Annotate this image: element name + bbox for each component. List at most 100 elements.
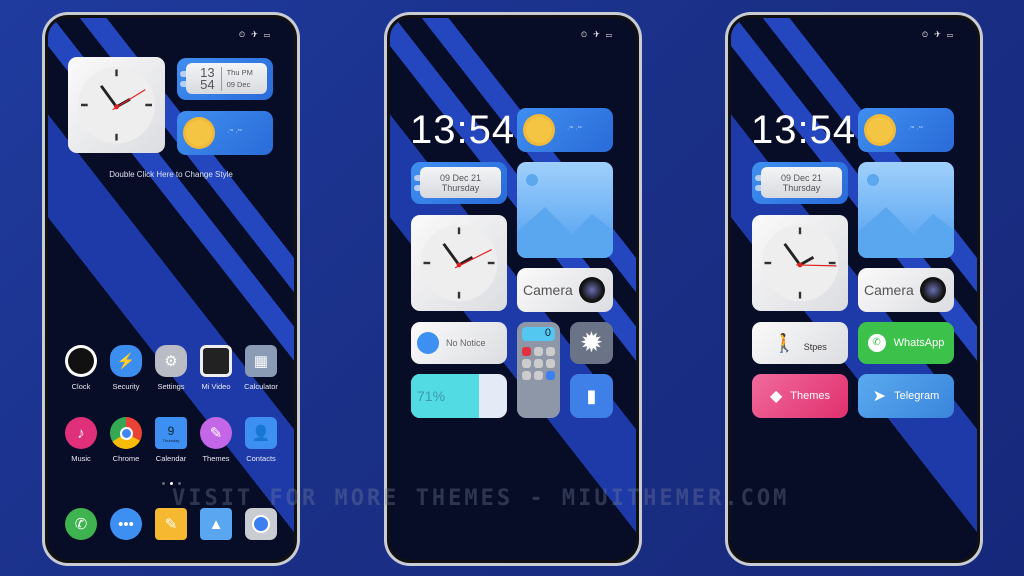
phone-dock-icon[interactable]: ✆ <box>65 508 97 540</box>
gallery-widget[interactable] <box>517 162 613 258</box>
screen: ⏲ ✈ ▭ 13:54 ·'° ·'° 09 Dec 21 Thursday Ca… <box>387 15 639 563</box>
calendar-app-icon[interactable]: 9 Thursday <box>155 417 187 449</box>
day: Thu PM <box>226 67 253 77</box>
phone-home-screen: ⏲ ✈ ▭ 13 54 Thu PM 09 Dec ·'° ·'° Double C… <box>42 12 300 566</box>
phone-widgets-screen-alt: ⏲ ✈ ▭ 13:54 ·'° ·'° 09 Dec 21 Thursday Ca… <box>725 12 983 566</box>
date: 09 Dec 21 <box>439 172 482 183</box>
weather-widget[interactable]: ·'° ·'° <box>177 111 273 155</box>
app-label: Calendar <box>155 454 187 463</box>
camera-lens-icon <box>919 277 946 303</box>
brightness-toggle[interactable]: ✹ <box>570 322 613 364</box>
camera-dock-icon[interactable] <box>245 508 277 540</box>
weekday: Thursday <box>441 182 480 193</box>
gallery-dock-icon[interactable]: ▲ <box>200 508 232 540</box>
weather-text: ·'° ·'° <box>567 126 582 133</box>
chrome-app-icon[interactable] <box>110 417 142 449</box>
calculator-keys[interactable] <box>522 347 555 380</box>
sun-icon <box>526 117 552 143</box>
android-icon <box>417 332 439 354</box>
flashlight-toggle[interactable]: ▮ <box>570 374 613 418</box>
flashlight-icon: ▮ <box>586 386 597 406</box>
app-label: Clock <box>71 382 91 391</box>
page-indicator[interactable] <box>48 482 294 485</box>
battery-widget[interactable]: 71% <box>411 374 507 418</box>
clock-widget[interactable] <box>752 215 848 311</box>
notes-dock-icon[interactable]: ✎ <box>155 508 187 540</box>
messages-dock-icon[interactable]: ••• <box>110 508 142 540</box>
themes-brush-icon: ◆ <box>769 388 783 405</box>
page-dot[interactable] <box>177 482 181 485</box>
status-bar: ⏲ ✈ ▭ <box>580 30 614 39</box>
page-dot-active[interactable] <box>169 482 173 485</box>
camera-label: Camera <box>864 282 914 298</box>
steps-label: Stpes <box>803 342 827 352</box>
analog-clock-icon <box>761 224 839 302</box>
change-style-caption[interactable]: Double Click Here to Change Style <box>48 170 294 179</box>
telegram-icon: ➤ <box>872 388 887 405</box>
clock-widget[interactable] <box>411 215 507 311</box>
walking-icon: 🚶 <box>773 332 796 353</box>
notice-widget[interactable]: No Notice <box>411 322 507 364</box>
status-bar: ⏲ ✈ ▭ <box>921 30 955 39</box>
whatsapp-widget[interactable]: ✆ WhatsApp <box>858 322 954 364</box>
app-label: Mi Video <box>201 382 231 391</box>
camera-widget[interactable]: Camera <box>858 268 954 312</box>
settings-app-icon[interactable]: ⚙ <box>155 345 187 377</box>
weather-widget[interactable]: ·'° ·'° <box>517 108 613 152</box>
date-widget[interactable]: 13 54 Thu PM 09 Dec <box>177 58 273 100</box>
analog-clock-icon <box>420 224 498 302</box>
clock-app-icon[interactable] <box>65 345 97 377</box>
screen: ⏲ ✈ ▭ 13:54 ·'° ·'° 09 Dec 21 Thursday Ca… <box>728 15 980 563</box>
date-card: 09 Dec 21 Thursday <box>420 167 501 198</box>
page-dot[interactable] <box>161 482 165 485</box>
calculator-widget[interactable]: 0 <box>517 322 560 418</box>
calculator-display: 0 <box>522 327 555 341</box>
status-bar: ⏲ ✈ ▭ <box>238 30 272 39</box>
weekday: Thursday <box>782 182 821 193</box>
phone-widgets-screen: ⏲ ✈ ▭ 13:54 ·'° ·'° 09 Dec 21 Thursday Ca… <box>384 12 642 566</box>
app-label: Security <box>112 382 140 391</box>
contacts-app-icon[interactable]: 👤 <box>245 417 277 449</box>
date-card: 09 Dec 21 Thursday <box>761 167 842 198</box>
camera-lens-icon <box>578 277 605 303</box>
themes-label: Themes <box>790 390 831 402</box>
weather-widget[interactable]: ·'° ·'° <box>858 108 954 152</box>
date-widget[interactable]: 09 Dec 21 Thursday <box>411 162 507 204</box>
themes-widget[interactable]: ◆ Themes <box>752 374 848 418</box>
app-label: Music <box>71 454 91 463</box>
time-display: 13:54 <box>751 108 857 152</box>
battery-percent: 71% <box>417 388 446 404</box>
minute: 54 <box>200 76 215 92</box>
screen: ⏲ ✈ ▭ 13 54 Thu PM 09 Dec ·'° ·'° Double C… <box>45 15 297 563</box>
themes-app-icon[interactable]: ✎ <box>200 417 232 449</box>
sun-icon <box>186 120 212 146</box>
time-display: 13:54 <box>410 108 516 152</box>
brightness-icon: ✹ <box>579 327 604 358</box>
telegram-widget[interactable]: ➤ Telegram <box>858 374 954 418</box>
mi-video-app-icon[interactable] <box>200 345 232 377</box>
date-widget[interactable]: 09 Dec 21 Thursday <box>752 162 848 204</box>
camera-widget[interactable]: Camera <box>517 268 613 312</box>
date: 09 Dec <box>226 79 251 89</box>
app-label: Chrome <box>112 454 140 463</box>
steps-widget[interactable]: 🚶 Stpes <box>752 322 848 364</box>
clock-widget[interactable] <box>68 57 165 153</box>
watermark: VISIT FOR MORE THEMES - MIUITHEMER.COM <box>172 486 790 511</box>
app-label: Themes <box>202 454 230 463</box>
calendar-weekday: Thursday <box>162 437 180 443</box>
security-app-icon[interactable]: ⚡ <box>110 345 142 377</box>
notice-text: No Notice <box>446 338 486 348</box>
date: 09 Dec 21 <box>780 172 823 183</box>
gallery-widget[interactable] <box>858 162 954 258</box>
whatsapp-icon: ✆ <box>867 334 886 352</box>
music-app-icon[interactable]: ♪ <box>65 417 97 449</box>
mountains-icon <box>517 207 613 258</box>
app-label: Contacts <box>246 454 276 463</box>
calculator-app-icon[interactable]: ▦ <box>245 345 277 377</box>
app-label: Calculator <box>244 382 278 391</box>
weather-text: ·'° ·'° <box>227 129 242 136</box>
date-card: 13 54 Thu PM 09 Dec <box>186 63 267 94</box>
weather-text: ·'° ·'° <box>908 126 923 133</box>
telegram-label: Telegram <box>894 390 940 402</box>
mountains-icon <box>858 207 954 258</box>
